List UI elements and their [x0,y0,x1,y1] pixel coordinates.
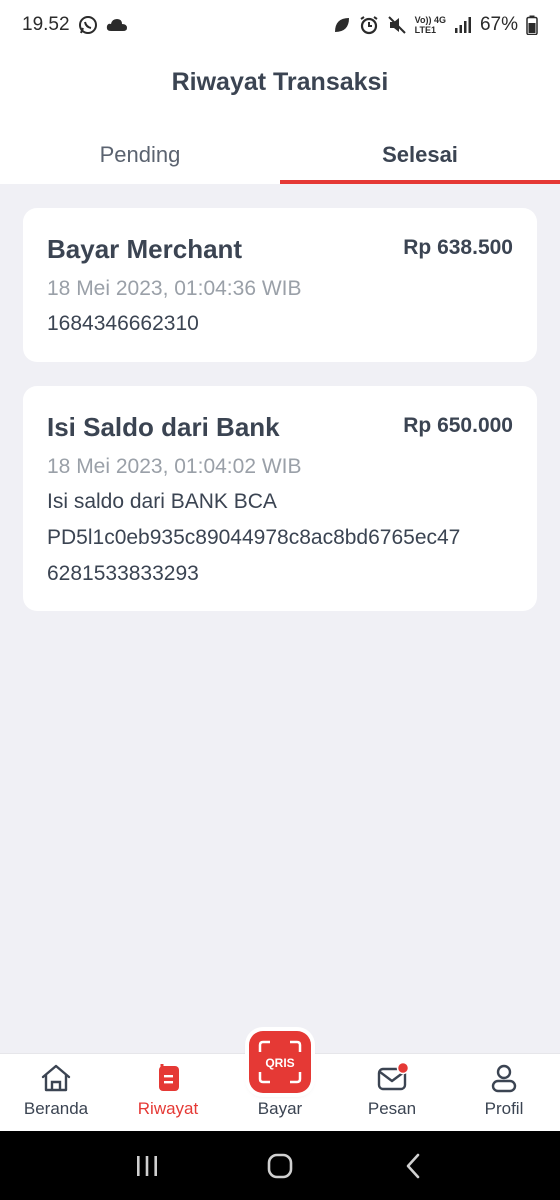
tab-selesai-label: Selesai [382,142,458,167]
battery-percent: 67% [479,14,518,35]
history-icon [159,1064,179,1091]
nav-riwayat[interactable]: Riwayat [112,1054,224,1131]
nav-pesan[interactable]: Pesan [336,1054,448,1131]
back-icon [407,1153,420,1178]
status-bar-right: Vo)) 4G LTE1 67% [333,14,538,36]
nav-profil-label: Profil [484,1099,524,1118]
tab-pending-label: Pending [99,142,181,167]
back-button[interactable] [383,1136,443,1196]
transaction-reference: PD5l1c0eb935c89044978c8ac8bd6765ec47 [47,526,461,549]
signal-icon [454,16,472,34]
nav-riwayat-label: Riwayat [137,1099,199,1118]
tab-bar: Pending Selesai [0,126,560,184]
qris-icon: QRIS [258,1040,302,1084]
profile-icon [491,1064,517,1093]
nav-pesan-label: Pesan [367,1099,417,1118]
transaction-card[interactable]: Isi Saldo dari Bank Rp 650.000 18 Mei 20… [23,386,537,611]
home-icon [41,1064,71,1092]
alarm-icon [359,15,379,35]
tab-pending[interactable]: Pending [0,126,280,184]
system-nav-bar [0,1131,560,1200]
status-bar: 19.52 Vo)) 4G LTE1 67% [0,0,560,50]
nav-bayar-label: Bayar [257,1099,303,1118]
transaction-date: 18 Mei 2023, 01:04:02 WIB [47,455,302,478]
status-bar-left: 19.52 [22,14,128,36]
battery-icon [526,15,538,35]
nav-profil[interactable]: Profil [448,1054,560,1131]
qris-scan-button[interactable]: QRIS [249,1031,311,1093]
home-circle-icon [267,1153,293,1178]
transaction-reference: 1684346662310 [47,312,199,335]
home-button[interactable] [250,1136,310,1196]
transaction-date: 18 Mei 2023, 01:04:36 WIB [47,277,302,300]
recent-apps-icon [136,1155,157,1176]
svg-text:QRIS: QRIS [265,1056,294,1070]
nav-beranda-label: Beranda [23,1099,89,1118]
network-indicator: Vo)) 4G LTE1 [414,15,446,35]
mute-icon [387,15,407,35]
recent-apps-button[interactable] [117,1136,177,1196]
app-header: Riwayat Transaksi Pending Selesai [0,50,560,184]
transaction-phone: 6281533833293 [47,562,199,585]
notification-badge [396,1061,409,1075]
transaction-description: Isi saldo dari BANK BCA [47,490,277,513]
clock: 19.52 [22,14,70,35]
transaction-card[interactable]: Bayar Merchant Rp 638.500 18 Mei 2023, 0… [23,208,537,362]
nav-beranda[interactable]: Beranda [0,1054,112,1131]
mail-icon [377,1061,409,1091]
transaction-amount: Rp 638.500 [403,236,513,259]
leaf-icon [333,16,351,34]
tab-selesai[interactable]: Selesai [280,126,560,184]
page-title: Riwayat Transaksi [171,68,389,96]
whatsapp-icon [78,15,98,35]
cloud-icon [106,17,128,33]
transaction-amount: Rp 650.000 [403,414,513,437]
